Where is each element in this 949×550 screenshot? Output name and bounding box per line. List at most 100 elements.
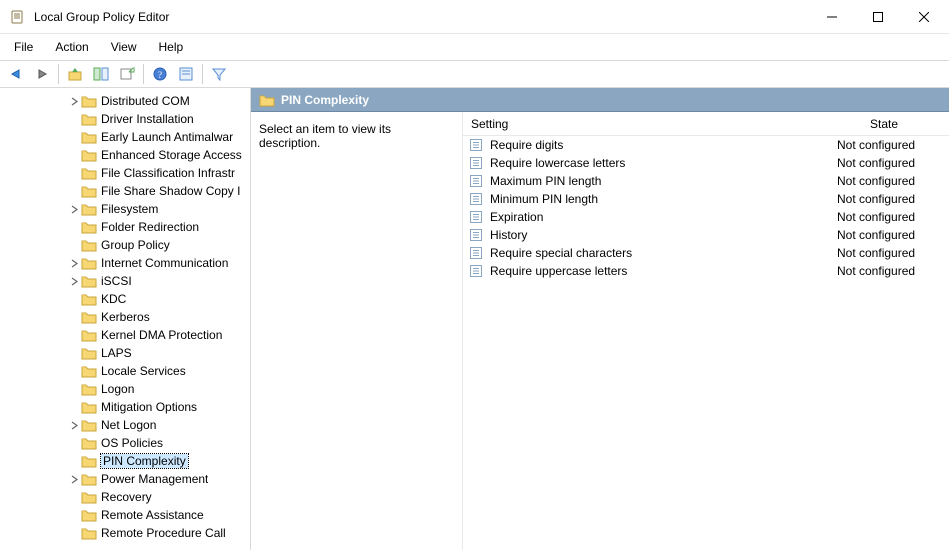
show-hide-tree-button[interactable] [89,63,113,85]
policy-icon [468,245,484,261]
properties-button[interactable] [174,63,198,85]
chevron-right-icon [67,238,81,252]
chevron-right-icon[interactable] [67,256,81,270]
chevron-right-icon[interactable] [67,94,81,108]
setting-row[interactable]: Require lowercase lettersNot configured [463,154,949,172]
menu-file[interactable]: File [4,37,43,57]
folder-icon [81,490,97,504]
chevron-right-icon[interactable] [67,472,81,486]
column-header-state[interactable]: State [819,117,949,131]
tree-item[interactable]: Group Policy [0,236,250,254]
setting-row[interactable]: Require uppercase lettersNot configured [463,262,949,280]
policy-icon [468,155,484,171]
tree-item-label: Distributed COM [101,94,190,108]
minimize-button[interactable] [809,2,855,32]
tree-item[interactable]: Enhanced Storage Access [0,146,250,164]
settings-column: Setting State Require digitsNot configur… [463,112,949,550]
folder-icon [81,166,97,180]
chevron-right-icon[interactable] [67,418,81,432]
tree-pane[interactable]: Distributed COM Driver Installation Early … [0,88,251,550]
tree-item[interactable]: Remote Assistance [0,506,250,524]
help-button[interactable]: ? [148,63,172,85]
setting-name: Require uppercase letters [490,264,819,278]
setting-name: Minimum PIN length [490,192,819,206]
chevron-right-icon[interactable] [67,202,81,216]
column-header-setting[interactable]: Setting [463,117,819,131]
close-button[interactable] [901,2,947,32]
tree-item-label: Remote Procedure Call [101,526,226,540]
tree-item-label: Remote Assistance [101,508,204,522]
folder-icon [81,454,97,468]
filter-button[interactable] [207,63,231,85]
tree-item[interactable]: Filesystem [0,200,250,218]
folder-icon [81,238,97,252]
tree-item[interactable]: Remote Procedure Call [0,524,250,542]
tree-item[interactable]: Internet Communication [0,254,250,272]
details-pane: PIN Complexity Select an item to view it… [251,88,949,550]
tree-item[interactable]: Power Management [0,470,250,488]
tree-item[interactable]: File Classification Infrastr [0,164,250,182]
tree-item[interactable]: Locale Services [0,362,250,380]
menu-help[interactable]: Help [149,37,194,57]
chevron-right-icon [67,184,81,198]
folder-icon [81,94,97,108]
setting-state: Not configured [819,174,949,188]
chevron-right-icon [67,346,81,360]
menu-action[interactable]: Action [45,37,98,57]
folder-icon [81,310,97,324]
tree-item-label: Kernel DMA Protection [101,328,222,342]
setting-state: Not configured [819,156,949,170]
setting-row[interactable]: Maximum PIN lengthNot configured [463,172,949,190]
tree-item[interactable]: File Share Shadow Copy I [0,182,250,200]
folder-icon [81,526,97,540]
setting-name: Maximum PIN length [490,174,819,188]
tree-item[interactable]: PIN Complexity [0,452,250,470]
policy-icon [468,191,484,207]
tree-item[interactable]: Early Launch Antimalwar [0,128,250,146]
tree-item[interactable]: OS Policies [0,434,250,452]
setting-row[interactable]: HistoryNot configured [463,226,949,244]
tree-item[interactable]: iSCSI [0,272,250,290]
policy-icon [468,263,484,279]
maximize-button[interactable] [855,2,901,32]
folder-icon [81,220,97,234]
back-button[interactable] [4,63,28,85]
tree-item[interactable]: Kerberos [0,308,250,326]
forward-button[interactable] [30,63,54,85]
toolbar-sep [58,64,59,84]
menu-view[interactable]: View [101,37,147,57]
export-list-button[interactable] [115,63,139,85]
setting-name: Require special characters [490,246,819,260]
setting-row[interactable]: Require special charactersNot configured [463,244,949,262]
tree-item[interactable]: Kernel DMA Protection [0,326,250,344]
tree-item-label: Net Logon [101,418,156,432]
chevron-right-icon [67,220,81,234]
policy-icon [468,227,484,243]
titlebar: Local Group Policy Editor [0,0,949,34]
folder-icon [81,148,97,162]
column-header-row: Setting State [463,112,949,136]
tree-item[interactable]: Net Logon [0,416,250,434]
tree-item[interactable]: Driver Installation [0,110,250,128]
setting-row[interactable]: ExpirationNot configured [463,208,949,226]
up-button[interactable] [63,63,87,85]
tree-item-label: Kerberos [101,310,150,324]
folder-icon [81,184,97,198]
tree-item[interactable]: Mitigation Options [0,398,250,416]
tree-item[interactable]: Distributed COM [0,92,250,110]
tree-item[interactable]: Folder Redirection [0,218,250,236]
chevron-right-icon [67,328,81,342]
tree-item[interactable]: Recovery [0,488,250,506]
tree-item-label: Early Launch Antimalwar [101,130,233,144]
tree-item[interactable]: Logon [0,380,250,398]
tree-item-label: File Classification Infrastr [101,166,235,180]
folder-icon [81,274,97,288]
setting-row[interactable]: Minimum PIN lengthNot configured [463,190,949,208]
tree-item[interactable]: KDC [0,290,250,308]
tree-item-label: OS Policies [101,436,163,450]
chevron-right-icon[interactable] [67,274,81,288]
main-split: Distributed COM Driver Installation Early … [0,88,949,550]
setting-row[interactable]: Require digitsNot configured [463,136,949,154]
tree-item[interactable]: LAPS [0,344,250,362]
app-icon [10,9,26,25]
